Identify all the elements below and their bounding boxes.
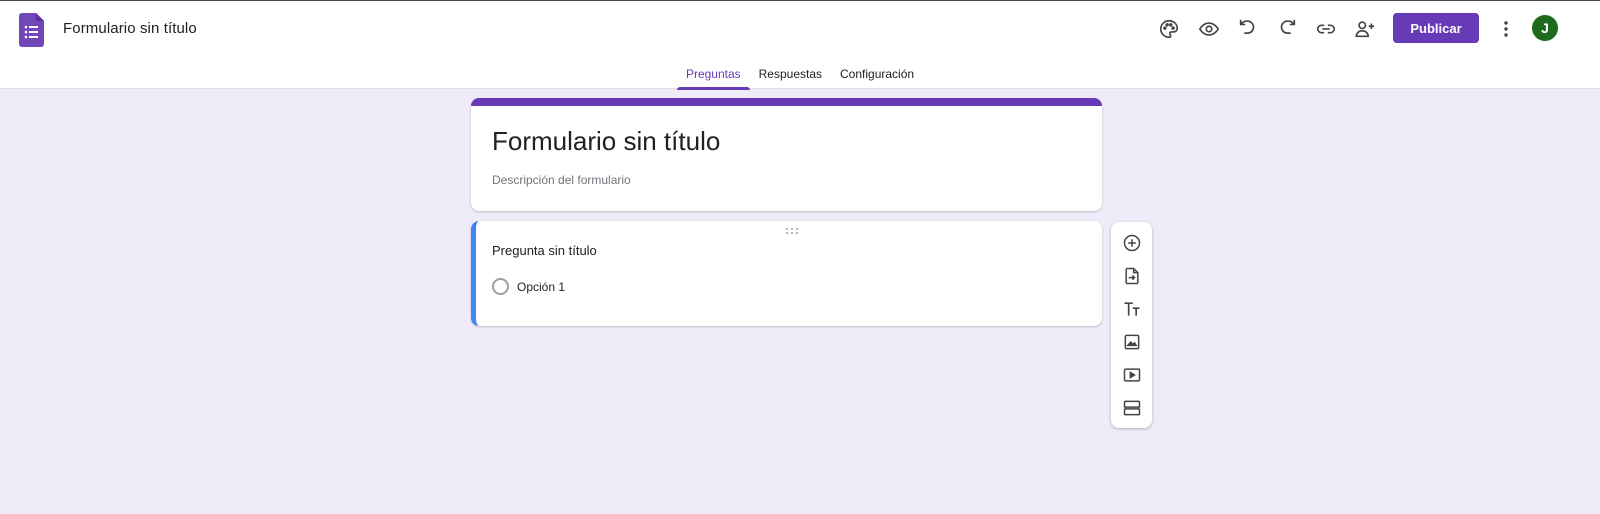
form-description-input[interactable]: Descripción del formulario	[492, 173, 631, 187]
add-section-icon[interactable]	[1120, 396, 1144, 420]
floating-side-toolbar	[1111, 222, 1152, 428]
add-collaborator-icon[interactable]	[1351, 15, 1379, 43]
option-label[interactable]: Opción 1	[517, 280, 565, 294]
redo-icon[interactable]	[1273, 15, 1301, 43]
drag-handle-icon[interactable]	[785, 227, 799, 235]
more-options-icon[interactable]	[1495, 15, 1517, 43]
question-title[interactable]: Pregunta sin título	[492, 243, 597, 258]
import-questions-icon[interactable]	[1120, 264, 1144, 288]
user-avatar[interactable]: J	[1532, 15, 1558, 41]
tab-respuestas[interactable]: Respuestas	[750, 59, 831, 89]
undo-icon[interactable]	[1234, 15, 1262, 43]
palette-icon[interactable]	[1155, 15, 1183, 43]
add-video-icon[interactable]	[1120, 363, 1144, 387]
form-title[interactable]: Formulario sin título	[492, 126, 720, 157]
radio-button[interactable]	[492, 278, 509, 295]
form-title-card[interactable]: Formulario sin título Descripción del fo…	[471, 98, 1102, 211]
app-header: Formulario sin título Publicar J Pregunt…	[0, 0, 1600, 90]
question-card[interactable]: Pregunta sin título Opción 1	[471, 221, 1102, 326]
publish-button[interactable]: Publicar	[1393, 13, 1479, 43]
tab-bar: Preguntas Respuestas Configuración	[0, 59, 1600, 90]
tab-configuracion[interactable]: Configuración	[831, 59, 923, 89]
google-forms-logo-icon[interactable]	[19, 13, 44, 47]
add-question-icon[interactable]	[1120, 231, 1144, 255]
add-title-text-icon[interactable]	[1120, 297, 1144, 321]
link-icon[interactable]	[1312, 15, 1340, 43]
tab-preguntas[interactable]: Preguntas	[676, 59, 750, 90]
document-title[interactable]: Formulario sin título	[63, 20, 197, 37]
add-image-icon[interactable]	[1120, 330, 1144, 354]
preview-eye-icon[interactable]	[1195, 15, 1223, 43]
